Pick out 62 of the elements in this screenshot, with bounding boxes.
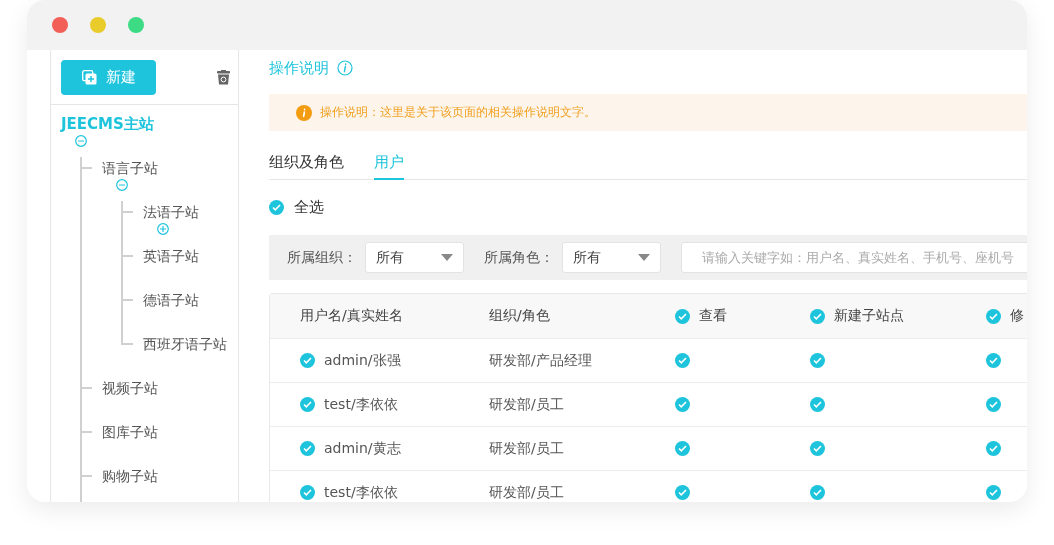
checkbox[interactable] bbox=[810, 308, 825, 324]
checkbox[interactable] bbox=[810, 485, 825, 500]
table-cell: admin/张强 bbox=[324, 351, 401, 370]
filter-label: 所属组织： bbox=[287, 248, 357, 267]
checkbox[interactable] bbox=[810, 397, 825, 412]
window-control-dot[interactable] bbox=[128, 17, 144, 33]
info-icon[interactable] bbox=[337, 60, 353, 76]
tree-item[interactable]: 英语子站 bbox=[143, 245, 199, 267]
add-icon bbox=[81, 69, 97, 85]
table-cell: 研发部/员工 bbox=[489, 483, 564, 502]
tree-item[interactable]: 视频子站 bbox=[102, 377, 158, 399]
checkbox[interactable] bbox=[986, 485, 1001, 500]
filter-select[interactable]: 所有 bbox=[562, 242, 661, 273]
column-header: 用户名/真实姓名 bbox=[300, 307, 403, 325]
tree-item[interactable]: 西班牙语子站 bbox=[143, 333, 227, 355]
checkbox[interactable] bbox=[675, 397, 690, 412]
checkbox[interactable] bbox=[675, 485, 690, 500]
table-cell: 研发部/产品经理 bbox=[489, 351, 592, 370]
page-title: 操作说明 bbox=[269, 58, 329, 78]
checkbox[interactable] bbox=[300, 441, 315, 456]
trash-icon[interactable] bbox=[217, 69, 230, 85]
tree-item[interactable]: 法语子站 bbox=[143, 201, 199, 223]
caret-icon bbox=[638, 254, 650, 261]
checkbox[interactable] bbox=[300, 485, 315, 500]
checkbox[interactable] bbox=[986, 308, 1001, 324]
column-header: 组织/角色 bbox=[489, 307, 550, 325]
table-cell: test/李依依 bbox=[324, 483, 398, 502]
tree-item[interactable]: 图库子站 bbox=[102, 421, 158, 443]
table-cell: 研发部/员工 bbox=[489, 439, 564, 458]
table-cell: test/李依依 bbox=[324, 395, 398, 414]
checkbox[interactable] bbox=[300, 353, 315, 368]
checkbox[interactable] bbox=[675, 441, 690, 456]
caret-icon bbox=[441, 254, 453, 261]
collapse-icon[interactable] bbox=[116, 179, 128, 191]
tree-item[interactable]: 购物子站 bbox=[102, 465, 158, 487]
checkbox[interactable] bbox=[300, 397, 315, 412]
select-all-label: 全选 bbox=[294, 198, 324, 217]
tree-item[interactable]: 德语子站 bbox=[143, 289, 199, 311]
tree-item[interactable]: 语言子站 bbox=[102, 157, 158, 179]
checkbox[interactable] bbox=[986, 353, 1001, 368]
checkbox[interactable] bbox=[810, 353, 825, 368]
expand-icon[interactable] bbox=[157, 223, 169, 235]
window-control-dot[interactable] bbox=[52, 17, 68, 33]
column-header: 新建子站点 bbox=[834, 307, 904, 325]
checkbox[interactable] bbox=[810, 441, 825, 456]
checkbox[interactable] bbox=[675, 308, 690, 324]
checkbox[interactable] bbox=[986, 441, 1001, 456]
filter-label: 所属角色： bbox=[484, 248, 554, 267]
checkbox[interactable] bbox=[675, 353, 690, 368]
checkbox[interactable] bbox=[269, 200, 284, 215]
search-field[interactable]: 请输入关键字如：用户名、真实姓名、手机号、座机号 bbox=[681, 242, 1027, 273]
collapse-icon[interactable] bbox=[75, 135, 87, 147]
notice-text: 操作说明：这里是关于该页面的相关操作说明文字。 bbox=[320, 104, 596, 121]
info-icon bbox=[296, 104, 312, 121]
filter-select[interactable]: 所有 bbox=[365, 242, 464, 273]
table-cell: 研发部/员工 bbox=[489, 395, 564, 414]
window-control-dot[interactable] bbox=[90, 17, 106, 33]
checkbox[interactable] bbox=[986, 397, 1001, 412]
column-header: 查看 bbox=[699, 307, 727, 325]
column-header: 修 bbox=[1010, 307, 1024, 325]
table-cell: admin/黄志 bbox=[324, 439, 401, 458]
tab[interactable]: 组织及角色 bbox=[269, 153, 344, 180]
